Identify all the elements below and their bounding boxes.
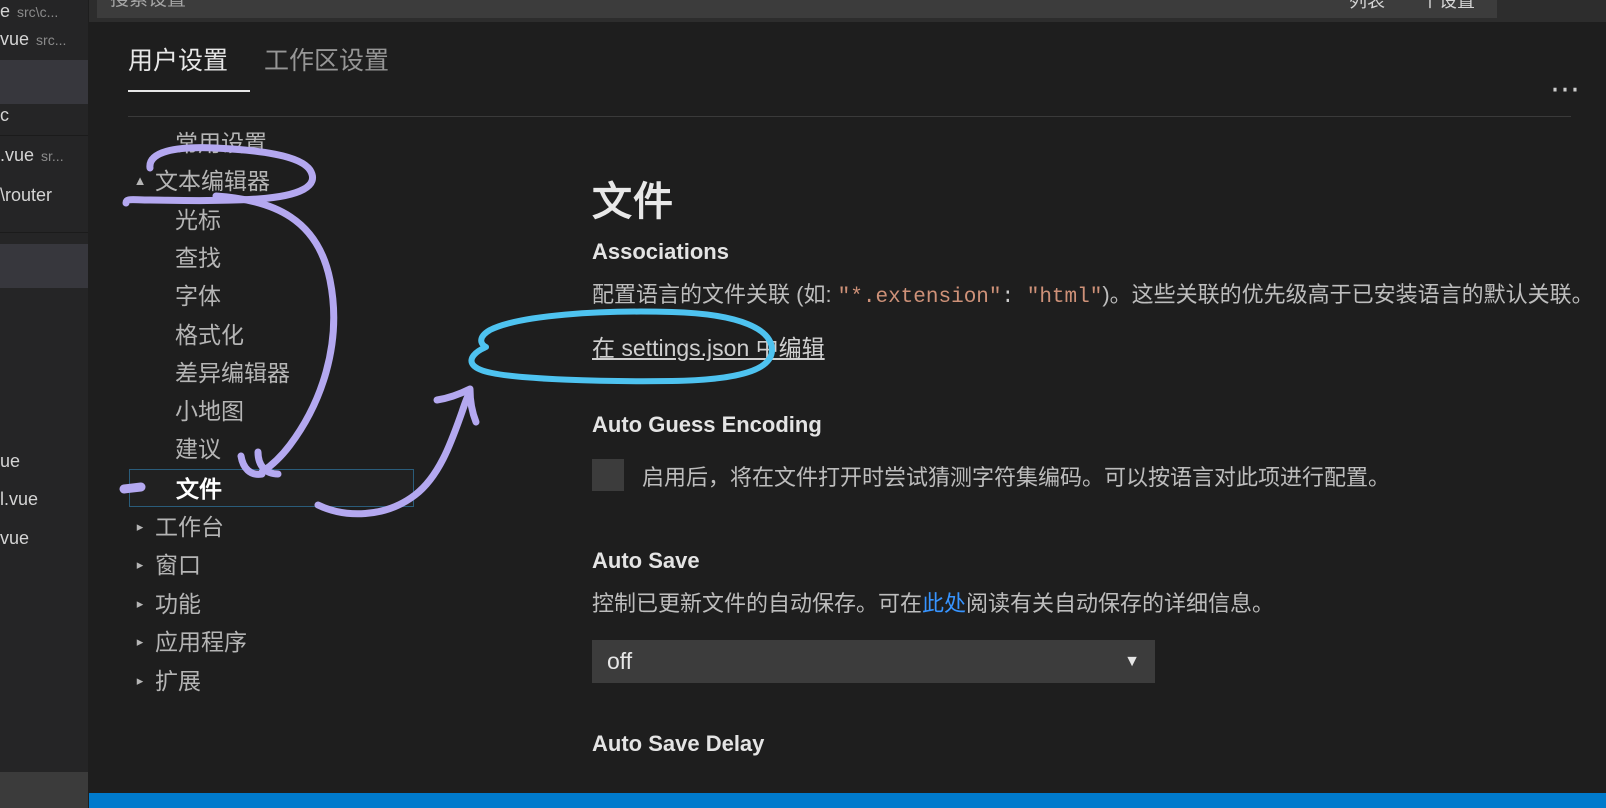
- explorer-file-name: e: [0, 1, 11, 21]
- toc-item-label: 光标: [175, 207, 221, 233]
- auto-save-value: off: [607, 648, 633, 674]
- chevron-right-icon[interactable]: ▸: [129, 546, 151, 584]
- assoc-desc-prefix: 配置语言的文件关联 (如:: [592, 282, 838, 307]
- explorer-file-item[interactable]: l.vue: [0, 488, 88, 510]
- explorer-divider: [0, 232, 88, 233]
- toc-item-label: 查找: [175, 245, 221, 271]
- explorer-file-name: c: [0, 105, 9, 125]
- explorer-file-name: .vue: [0, 145, 35, 165]
- chevron-right-icon[interactable]: ▸: [129, 623, 151, 661]
- setting-key-auto-save: Auto Save: [592, 548, 700, 573]
- toc-item-label: 功能: [155, 591, 201, 617]
- toc-item-label: 格式化: [175, 322, 244, 348]
- toc-item-label: 扩展: [155, 668, 201, 694]
- setting-desc-auto-guess-encoding: 启用后，将在文件打开时尝试猜测字符集编码。可以按语言对此项进行配置。: [642, 465, 1391, 490]
- tabs-divider: [128, 116, 1571, 117]
- explorer-divider: [0, 135, 88, 136]
- toc-item-label: 文本编辑器: [155, 168, 270, 194]
- setting-desc-auto-save: 控制已更新文件的自动保存。可在此处阅读有关自动保存的详细信息。: [592, 586, 1274, 618]
- explorer-file-path: src...: [36, 32, 67, 48]
- chevron-right-icon[interactable]: ▸: [129, 585, 151, 623]
- explorer-bottom-bar: [0, 772, 88, 808]
- explorer-file-item[interactable]: [0, 244, 88, 288]
- chevron-right-icon[interactable]: ▸: [129, 508, 151, 546]
- settings-tabs: 用户设置 工作区设置 ⋯: [89, 36, 1606, 105]
- explorer-file-name: ue: [0, 451, 21, 471]
- explorer-file-path: src\c...: [17, 4, 59, 20]
- explorer-file-item[interactable]: ue: [0, 450, 88, 472]
- settings-editor: 搜索设置 列表 个设置 用户设置 工作区设置 ⋯ 常用设置 ▲文本编辑器光标查找字…: [89, 0, 1606, 808]
- toc-item-label: 常用设置: [175, 130, 267, 156]
- explorer-file-item[interactable]: .vue sr...: [0, 144, 88, 166]
- autosave-desc-suffix: 阅读有关自动保存的详细信息。: [966, 591, 1275, 616]
- setting-desc-associations: 配置语言的文件关联 (如: "*.extension": "html")。这些关…: [592, 277, 1594, 309]
- explorer-file-name: \router: [0, 185, 53, 205]
- explorer-file-item[interactable]: vue: [0, 527, 88, 549]
- settings-search-result-labels: 列表 个设置: [1274, 0, 1489, 18]
- tab-workspace-settings[interactable]: 工作区设置: [264, 36, 411, 92]
- explorer-file-path: sr...: [41, 148, 64, 164]
- explorer-file-item[interactable]: c: [0, 104, 88, 126]
- edit-in-settings-json-link[interactable]: 在 settings.json 中编辑: [592, 329, 825, 363]
- chevron-down-icon: ▼: [1124, 653, 1140, 670]
- more-actions-icon[interactable]: ⋯: [1544, 75, 1588, 108]
- explorer-file-item[interactable]: [0, 60, 88, 104]
- search-label-list: 列表: [1349, 0, 1385, 11]
- assoc-code-html: "html": [1026, 286, 1103, 309]
- toc-item-label: 差异编辑器: [175, 360, 290, 386]
- chevron-down-icon[interactable]: ▲: [129, 162, 151, 200]
- settings-toc-tree[interactable]: 常用设置 ▲ 文本编辑器 光标 查找 字体 格式化 差异编辑器 小地图 建议 文件 ▸ 工作台 ▸ 窗口 ▸ 功…: [129, 124, 519, 744]
- explorer-file-item[interactable]: \router: [0, 184, 88, 206]
- setting-key-auto-save-delay: Auto Save Delay: [592, 731, 765, 756]
- toc-item-label: 文件: [176, 476, 222, 502]
- toc-item-label: 应用程序: [155, 629, 247, 655]
- assoc-code-extension: "*.extension": [837, 286, 1002, 309]
- search-label-count: 个设置: [1421, 0, 1475, 11]
- toc-item-label: 工作台: [155, 514, 224, 540]
- autosave-doc-link[interactable]: 此处: [922, 591, 966, 616]
- explorer-file-item[interactable]: e src\c...: [0, 0, 88, 22]
- chevron-right-icon[interactable]: ▸: [129, 662, 151, 700]
- explorer-file-name: vue: [0, 29, 30, 49]
- settings-search-header: 搜索设置 列表 个设置: [89, 0, 1606, 22]
- toc-item-label: 窗口: [155, 552, 201, 578]
- explorer-file-item[interactable]: vue src...: [0, 28, 88, 50]
- toc-item-label: 小地图: [175, 398, 244, 424]
- explorer-file-name: vue: [0, 528, 30, 548]
- file-explorer-strip[interactable]: e src\c... vue src... c .vue sr... \router ue l.v…: [0, 0, 88, 808]
- autosave-desc-prefix: 控制已更新文件的自动保存。可在: [592, 591, 923, 616]
- page-title: 文件: [592, 180, 674, 224]
- toc-item-文件[interactable]: 文件: [129, 469, 414, 507]
- toc-item-label: 建议: [175, 436, 221, 462]
- assoc-code-colon: :: [1001, 286, 1027, 309]
- auto-save-dropdown[interactable]: off ▼: [592, 640, 1155, 683]
- status-bar: [89, 793, 1606, 808]
- settings-detail-pane: 文件 Associations 配置语言的文件关联 (如: "*.extensi…: [592, 124, 1606, 808]
- assoc-desc-suffix: )。这些关联的优先级高于已安装语言的默认关联。: [1102, 282, 1594, 307]
- auto-guess-encoding-checkbox[interactable]: [592, 459, 624, 491]
- explorer-file-name: l.vue: [0, 489, 39, 509]
- tab-user-settings[interactable]: 用户设置: [128, 36, 250, 92]
- setting-key-associations: Associations: [592, 239, 729, 264]
- setting-key-auto-guess-encoding: Auto Guess Encoding: [592, 412, 822, 437]
- toc-item-label: 字体: [175, 283, 221, 309]
